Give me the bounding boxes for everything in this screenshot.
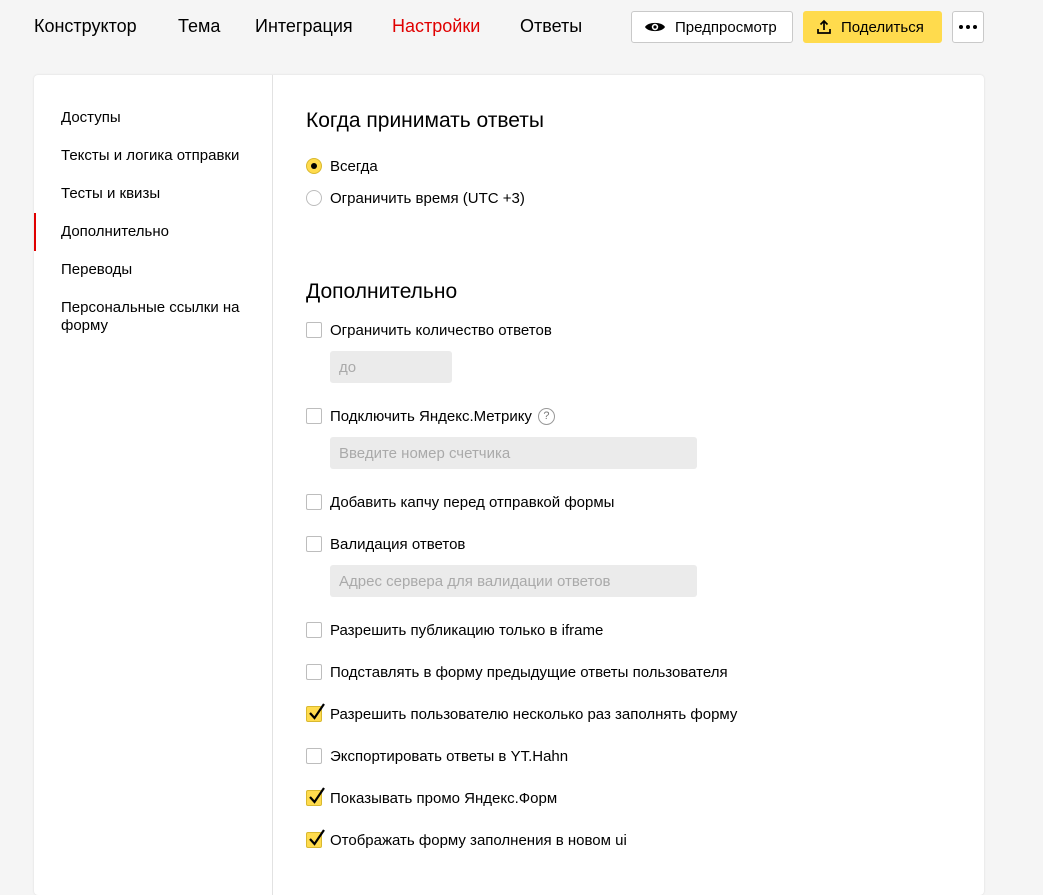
radio-limit-time-control[interactable]: [306, 190, 322, 206]
responses-section-title: Когда принимать ответы: [306, 109, 545, 132]
checkbox-metrika-control[interactable]: [306, 408, 322, 424]
checkbox-captcha-label: Добавить капчу перед отправкой формы: [330, 493, 615, 511]
checkbox-limit-responses-label: Ограничить количество ответов: [330, 321, 552, 339]
sidebar-item-translations[interactable]: Переводы: [61, 261, 261, 279]
top-navigation: Конструктор Тема Интеграция Настройки От…: [0, 0, 1043, 54]
checkbox-captcha-control[interactable]: [306, 494, 322, 510]
more-button[interactable]: [952, 11, 984, 43]
checkbox-iframe-only-label: Разрешить публикацию только в iframe: [330, 621, 604, 639]
sidebar-active-indicator: [34, 213, 36, 251]
sidebar-item-tests-quizzes[interactable]: Тесты и квизы: [61, 185, 261, 203]
checkbox-show-promo[interactable]: Показывать промо Яндекс.Форм: [306, 787, 558, 807]
tab-responses[interactable]: Ответы: [520, 15, 582, 37]
checkbox-validation[interactable]: Валидация ответов: [306, 535, 465, 553]
sidebar-item-personal-links[interactable]: Персональные ссылки на форму: [61, 299, 261, 335]
checkbox-multiple-submissions-control[interactable]: [306, 703, 325, 722]
radio-limit-time-label: Ограничить время (UTC +3): [330, 189, 525, 207]
radio-always-control[interactable]: [306, 158, 322, 174]
checkbox-captcha[interactable]: Добавить капчу перед отправкой формы: [306, 493, 614, 511]
checkbox-multiple-submissions[interactable]: Разрешить пользователю несколько раз зап…: [306, 703, 738, 723]
settings-card: Доступы Тексты и логика отправки Тесты и…: [34, 75, 984, 895]
question-circle-icon[interactable]: ?: [537, 407, 555, 425]
radio-always[interactable]: Всегда: [306, 157, 378, 175]
checkbox-show-promo-label: Показывать промо Яндекс.Форм: [330, 789, 558, 807]
checkbox-multiple-submissions-label: Разрешить пользователю несколько раз зап…: [330, 705, 738, 723]
checkmark-icon: [309, 787, 325, 804]
checkbox-new-ui[interactable]: Отображать форму заполнения в новом ui: [306, 829, 627, 849]
sidebar-item-texts-logic[interactable]: Тексты и логика отправки: [61, 147, 261, 165]
preview-button[interactable]: Предпросмотр: [631, 11, 793, 43]
checkbox-show-promo-control[interactable]: [306, 787, 325, 806]
checkbox-iframe-only-control[interactable]: [306, 622, 322, 638]
checkbox-prefill-answers[interactable]: Подставлять в форму предыдущие ответы по…: [306, 663, 728, 681]
checkbox-prefill-answers-control[interactable]: [306, 664, 322, 680]
tab-integration[interactable]: Интеграция: [255, 15, 353, 37]
checkbox-limit-responses-control[interactable]: [306, 322, 322, 338]
sidebar-item-access[interactable]: Доступы: [61, 109, 261, 127]
checkmark-icon: [309, 829, 325, 846]
more-dots-icon: [959, 25, 977, 29]
metrika-counter-input[interactable]: [330, 437, 697, 469]
checkbox-export-yt-control[interactable]: [306, 748, 322, 764]
checkmark-icon: [309, 703, 325, 720]
tab-constructor[interactable]: Конструктор: [34, 15, 137, 37]
tab-settings[interactable]: Настройки: [392, 15, 480, 37]
share-button-label: Поделиться: [841, 18, 924, 36]
additional-section-title: Дополнительно: [306, 280, 458, 303]
checkbox-limit-responses[interactable]: Ограничить количество ответов: [306, 321, 552, 339]
checkbox-metrika-label: Подключить Яндекс.Метрику: [330, 407, 532, 425]
checkbox-export-yt-label: Экспортировать ответы в YT.Hahn: [330, 747, 569, 765]
checkbox-iframe-only[interactable]: Разрешить публикацию только в iframe: [306, 621, 603, 639]
checkbox-new-ui-control[interactable]: [306, 829, 325, 848]
checkbox-metrika[interactable]: Подключить Яндекс.Метрику ?: [306, 407, 555, 425]
share-button[interactable]: Поделиться: [803, 11, 942, 43]
checkbox-validation-control[interactable]: [306, 536, 322, 552]
radio-always-label: Всегда: [330, 157, 378, 175]
eye-icon: [644, 20, 666, 34]
sidebar-item-additional[interactable]: Дополнительно: [61, 223, 261, 241]
tab-theme[interactable]: Тема: [178, 15, 220, 37]
upload-icon: [816, 19, 832, 35]
checkbox-validation-label: Валидация ответов: [330, 535, 466, 553]
limit-responses-input[interactable]: [330, 351, 452, 383]
preview-button-label: Предпросмотр: [675, 18, 777, 36]
checkbox-export-yt[interactable]: Экспортировать ответы в YT.Hahn: [306, 747, 568, 765]
validation-server-input[interactable]: [330, 565, 697, 597]
checkbox-new-ui-label: Отображать форму заполнения в новом ui: [330, 831, 627, 849]
settings-sidebar: Доступы Тексты и логика отправки Тесты и…: [34, 75, 273, 895]
checkbox-prefill-answers-label: Подставлять в форму предыдущие ответы по…: [330, 663, 728, 681]
radio-limit-time[interactable]: Ограничить время (UTC +3): [306, 189, 525, 207]
